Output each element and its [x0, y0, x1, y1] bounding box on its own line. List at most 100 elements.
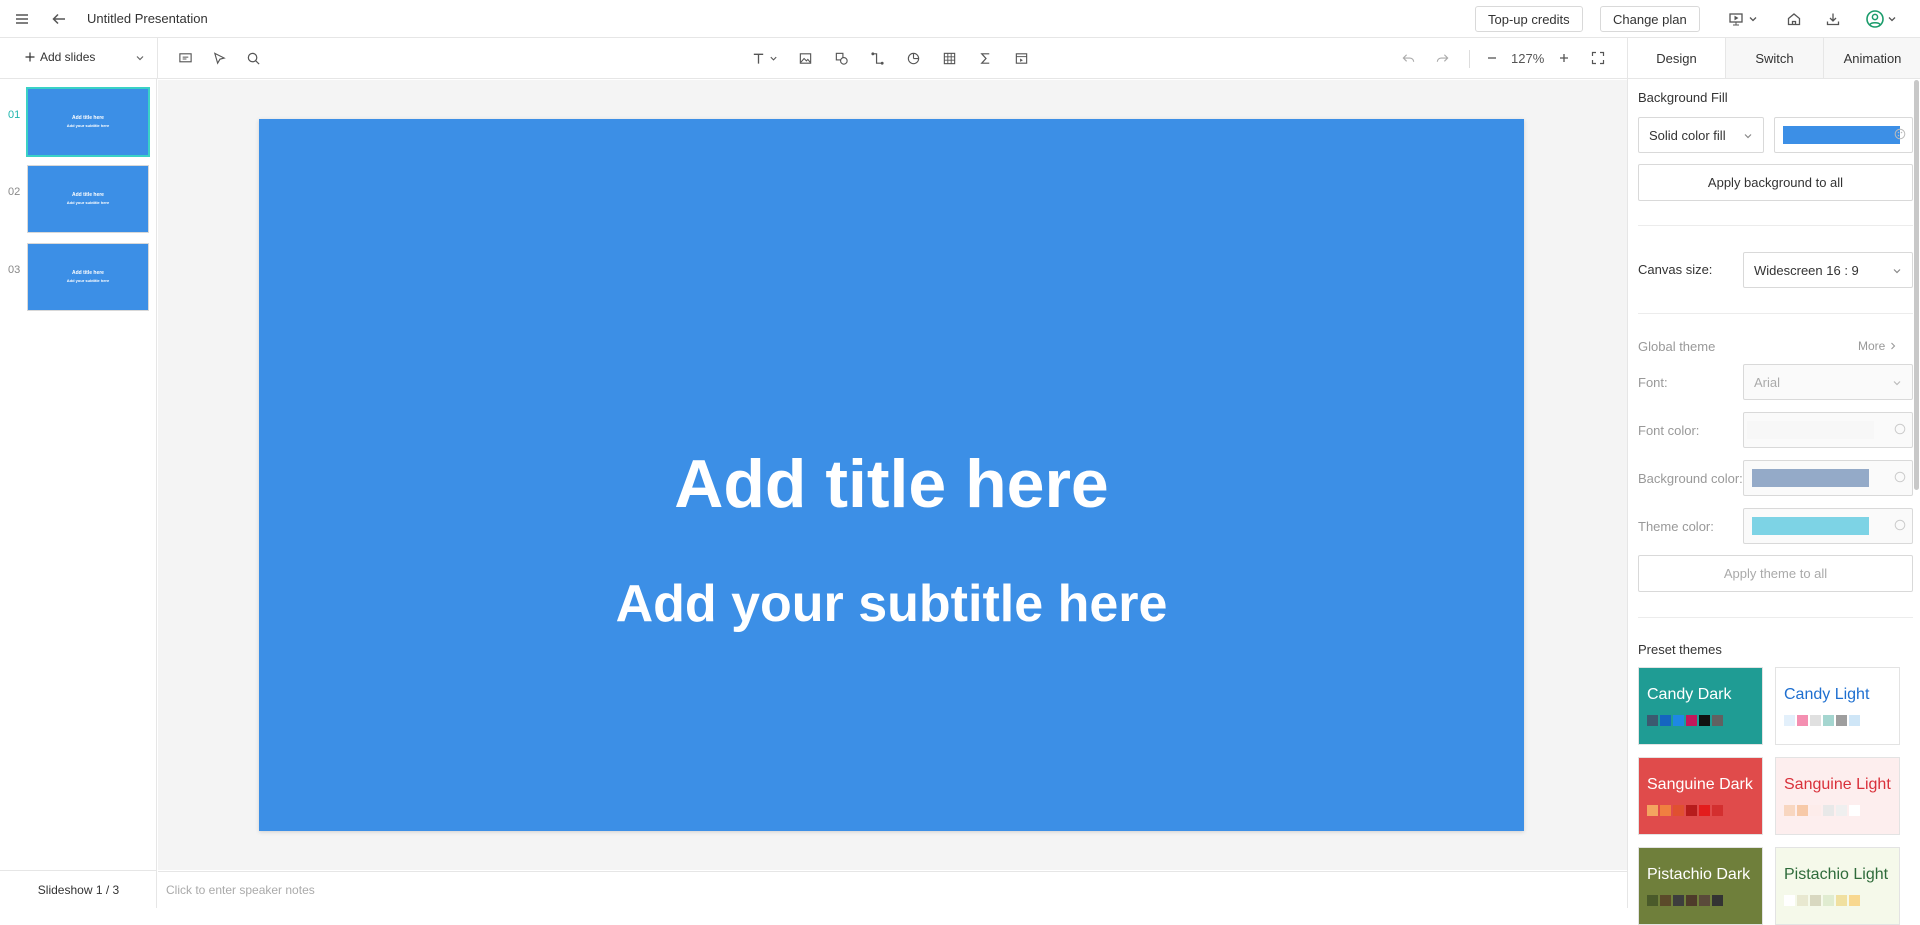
theme-color-chip — [1712, 895, 1723, 906]
font-select[interactable]: Arial — [1743, 364, 1913, 400]
formula-icon[interactable] — [973, 46, 997, 70]
zoom-out-icon[interactable] — [1480, 46, 1504, 70]
thumbnail-title: Add title here — [72, 192, 104, 198]
properties-panel: Design Switch Animation Background Fill … — [1627, 38, 1920, 925]
tab-animation[interactable]: Animation — [1824, 38, 1920, 78]
theme-color-chip — [1810, 895, 1821, 906]
scrollbar[interactable] — [1914, 80, 1919, 490]
thumbnail-subtitle: Add your subtitle here — [66, 200, 110, 205]
theme-card-candy-dark[interactable]: Candy Dark — [1638, 667, 1763, 745]
theme-color-swatch — [1752, 517, 1869, 535]
preset-themes-label: Preset themes — [1638, 642, 1722, 657]
font-color-picker[interactable] — [1743, 412, 1913, 448]
search-icon[interactable] — [241, 46, 265, 70]
slide-canvas[interactable]: Add title here Add your subtitle here — [259, 119, 1524, 831]
back-arrow-icon[interactable] — [45, 5, 73, 33]
theme-color-chip — [1797, 895, 1808, 906]
background-color-picker[interactable] — [1743, 460, 1913, 496]
theme-color-chip — [1673, 895, 1684, 906]
theme-swatches — [1647, 895, 1723, 906]
speaker-notes-placeholder[interactable]: Click to enter speaker notes — [166, 883, 315, 897]
editor-toolbar: Add slides 127% — [0, 38, 1627, 79]
theme-card-candy-light[interactable]: Candy Light — [1775, 667, 1900, 745]
apply-background-button[interactable]: Apply background to all — [1638, 164, 1913, 201]
canvas-size-value: Widescreen 16 : 9 — [1754, 262, 1859, 278]
change-plan-button[interactable]: Change plan — [1600, 6, 1700, 32]
media-icon[interactable] — [1009, 46, 1033, 70]
theme-card-sanguine-light[interactable]: Sanguine Light — [1775, 757, 1900, 835]
chevron-down-icon[interactable] — [766, 46, 780, 70]
slide-thumbnail-preview[interactable]: Add title here Add your subtitle here — [27, 165, 149, 233]
tab-switch[interactable]: Switch — [1726, 38, 1824, 78]
fill-type-value: Solid color fill — [1649, 127, 1726, 143]
slide-number: 03 — [8, 264, 21, 276]
tab-design[interactable]: Design — [1628, 38, 1726, 78]
theme-color-chip — [1836, 895, 1847, 906]
theme-color-chip — [1784, 805, 1795, 816]
zoom-in-icon[interactable] — [1552, 46, 1576, 70]
comment-icon[interactable] — [173, 46, 197, 70]
theme-color-chip — [1849, 805, 1860, 816]
slide-thumbnail-preview[interactable]: Add title here Add your subtitle here — [26, 87, 150, 157]
topup-credits-button[interactable]: Top-up credits — [1475, 6, 1583, 32]
theme-name: Sanguine Light — [1784, 776, 1891, 793]
slide-title[interactable]: Add title here — [259, 439, 1524, 529]
fullscreen-icon[interactable] — [1586, 46, 1610, 70]
font-label: Font: — [1638, 375, 1668, 390]
add-slides-button[interactable]: Add slides — [25, 50, 95, 64]
chart-icon[interactable] — [901, 46, 925, 70]
divider — [1638, 617, 1913, 618]
fill-color-picker[interactable] — [1774, 117, 1913, 153]
slide-thumbnail[interactable]: 02 Add title here Add your subtitle here — [0, 156, 157, 233]
top-bar: Untitled Presentation Top-up credits Cha… — [0, 0, 1920, 38]
thumbnail-subtitle: Add your subtitle here — [66, 123, 110, 128]
theme-swatches — [1784, 805, 1860, 816]
slide-thumbnail[interactable]: 01 Add title here Add your subtitle here — [0, 79, 157, 157]
theme-color-chip — [1797, 715, 1808, 726]
more-link[interactable]: More — [1858, 339, 1897, 353]
background-color-label: Background color: — [1638, 471, 1743, 486]
slide-subtitle[interactable]: Add your subtitle here — [259, 569, 1524, 639]
panel-tabs: Design Switch Animation — [1628, 38, 1920, 79]
chevron-down-icon[interactable] — [135, 51, 145, 66]
theme-name: Pistachio Light — [1784, 866, 1889, 883]
chevron-down-icon — [1892, 376, 1902, 391]
undo-icon[interactable] — [1396, 46, 1420, 70]
redo-icon[interactable] — [1430, 46, 1454, 70]
theme-color-picker[interactable] — [1743, 508, 1913, 544]
theme-color-chip — [1686, 805, 1697, 816]
chevron-down-icon — [1892, 264, 1902, 279]
chevron-down-icon[interactable] — [1884, 5, 1900, 33]
slideshow-button[interactable]: Slideshow 1 / 3 — [0, 870, 157, 908]
canvas-size-select[interactable]: Widescreen 16 : 9 — [1743, 252, 1913, 288]
fill-color-swatch — [1783, 126, 1900, 144]
menu-icon[interactable] — [8, 5, 36, 33]
global-theme-label: Global theme — [1638, 339, 1716, 354]
home-icon[interactable] — [1780, 5, 1808, 33]
slide-thumbnail-preview[interactable]: Add title here Add your subtitle here — [27, 243, 149, 311]
pointer-icon[interactable] — [207, 46, 231, 70]
chevron-down-icon — [1743, 129, 1753, 144]
divider — [157, 38, 158, 79]
apply-theme-button[interactable]: Apply theme to all — [1638, 555, 1913, 592]
thumbnail-title: Add title here — [72, 270, 104, 276]
theme-color-chip — [1823, 805, 1834, 816]
image-icon[interactable] — [793, 46, 817, 70]
theme-card-pistachio-dark[interactable]: Pistachio Dark — [1638, 847, 1763, 925]
download-icon[interactable] — [1819, 5, 1847, 33]
document-title[interactable]: Untitled Presentation — [87, 11, 208, 26]
fill-type-select[interactable]: Solid color fill — [1638, 117, 1764, 153]
speaker-notes[interactable]: Click to enter speaker notes — [158, 871, 1627, 908]
palette-icon — [1894, 423, 1906, 438]
table-icon[interactable] — [937, 46, 961, 70]
chevron-down-icon[interactable] — [1745, 5, 1761, 33]
palette-icon — [1894, 128, 1906, 143]
theme-card-sanguine-dark[interactable]: Sanguine Dark — [1638, 757, 1763, 835]
theme-color-chip — [1647, 805, 1658, 816]
divider — [1638, 313, 1913, 314]
divider — [1638, 225, 1913, 226]
shape-icon[interactable] — [829, 46, 853, 70]
slide-thumbnail[interactable]: 03 Add title here Add your subtitle here — [0, 234, 157, 311]
connector-icon[interactable] — [865, 46, 889, 70]
theme-card-pistachio-light[interactable]: Pistachio Light — [1775, 847, 1900, 925]
